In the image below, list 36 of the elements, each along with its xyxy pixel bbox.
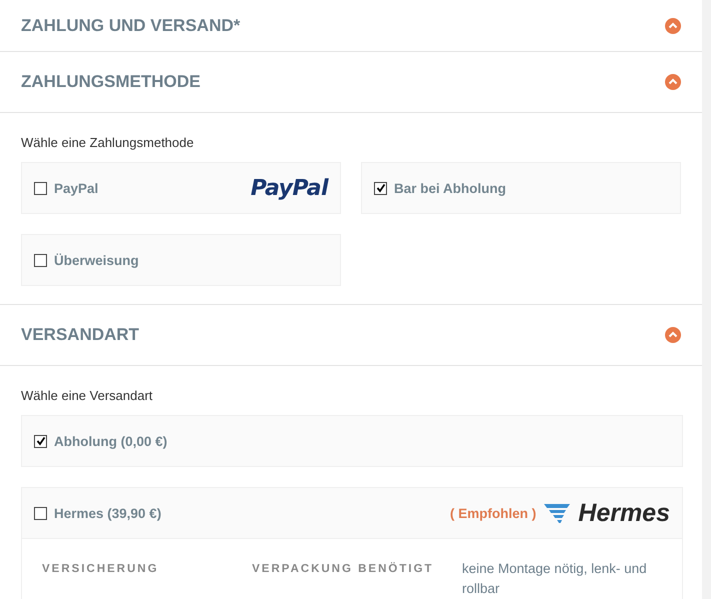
shipping-option[interactable]: Hermes (39,90 €) ( Empfohlen ) Hermes VERSICHERUNG VERPACKUNG BENÖTIGT keine Montage nötig, lenk- und rollbar <box>21 487 683 599</box>
option-text: Bar bei Abholung <box>394 180 506 196</box>
collapse-icon[interactable] <box>665 18 681 34</box>
checkbox[interactable] <box>34 434 47 448</box>
section-title: ZAHLUNGSMETHODE <box>21 72 200 92</box>
checkbox[interactable] <box>34 254 47 266</box>
stripes-icon <box>544 502 570 524</box>
prompt-text: Wähle eine Zahlungsmethode <box>21 135 195 150</box>
payment-option[interactable]: Bar bei Abholung <box>361 162 681 214</box>
section-title: VERSANDART <box>21 325 140 345</box>
section-header[interactable]: ZAHLUNGSMETHODE <box>0 52 702 113</box>
payment-logo: PayPal <box>250 176 328 200</box>
checkbox[interactable] <box>34 182 47 194</box>
checkbox[interactable] <box>34 506 47 520</box>
checkbox[interactable] <box>374 182 387 194</box>
payment-option[interactable]: PayPal PayPal <box>21 162 341 214</box>
option-text: Überweisung <box>54 252 139 268</box>
option-label[interactable]: PayPal <box>34 180 98 196</box>
collapse-icon[interactable] <box>665 327 681 343</box>
option-text: PayPal <box>54 180 98 196</box>
detail-heading: VERSICHERUNG <box>42 562 160 577</box>
prompt-text: Wähle eine Versandart <box>21 388 154 403</box>
recommended-label: ( Empfohlen ) <box>450 506 536 520</box>
payment-option[interactable]: Überweisung <box>21 234 341 286</box>
section-header[interactable]: VERSANDART <box>0 305 702 366</box>
option-label[interactable]: Bar bei Abholung <box>374 180 506 196</box>
option-label[interactable]: Überweisung <box>34 252 139 268</box>
option-text: Hermes (39,90 €) <box>54 506 162 520</box>
shipping-option[interactable]: Abholung (0,00 €) <box>21 415 683 467</box>
detail-heading: VERPACKUNG BENÖTIGT <box>252 561 435 577</box>
carrier-logo: Hermes <box>578 498 670 528</box>
section-title: ZAHLUNG UND VERSAND* <box>21 16 240 36</box>
section-header[interactable]: ZAHLUNG UND VERSAND* <box>0 0 702 52</box>
collapse-icon[interactable] <box>665 74 681 90</box>
option-label[interactable]: Hermes (39,90 €) <box>34 506 162 520</box>
detail-note: keine Montage nötig, lenk- und rollbar <box>462 560 648 598</box>
